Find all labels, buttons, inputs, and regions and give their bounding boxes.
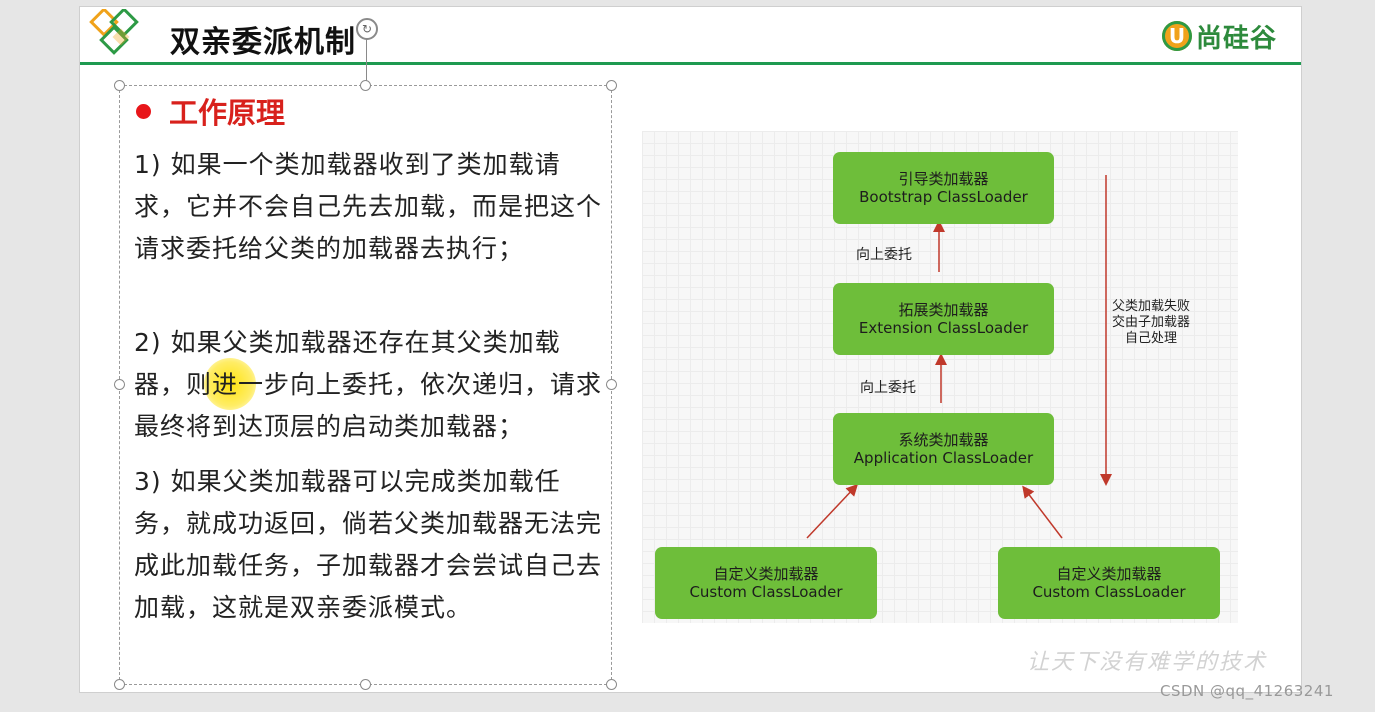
- resize-handle-right[interactable]: [606, 379, 617, 390]
- brand-icon: U: [1161, 21, 1192, 51]
- selected-text-box[interactable]: ↻ 工作原理 1) 如果一个类加载器收到了类加载请求，它并不会自己先去加载，而是…: [114, 18, 617, 690]
- custom-left-cn: 自定义类加载器: [713, 565, 819, 583]
- side-note-line-2: 交由子加载器: [1112, 315, 1191, 330]
- extension-en: Extension ClassLoader: [858, 319, 1029, 337]
- slide-title[interactable]: 双亲委派机制: [170, 17, 356, 61]
- bootstrap-classloader-node: 引导类加载器 Bootstrap ClassLoader: [833, 152, 1054, 224]
- side-note-line-3: 自己处理: [1125, 331, 1178, 346]
- resize-handle-bottom-left[interactable]: [114, 679, 125, 690]
- brand-text: 尚硅谷: [1195, 23, 1277, 54]
- classloader-diagram: 引导类加载器 Bootstrap ClassLoader 向上委托 拓展类加载器…: [642, 131, 1238, 623]
- edge-label-lower: 向上委托: [860, 380, 916, 396]
- application-en: Application ClassLoader: [853, 449, 1034, 467]
- logo-icon: [89, 9, 139, 55]
- custom-right-en: Custom ClassLoader: [1032, 583, 1186, 601]
- slogan-watermark: 让天下没有难学的技术: [1026, 650, 1267, 675]
- application-classloader-node: 系统类加载器 Application ClassLoader: [833, 413, 1054, 485]
- custom-classloader-left-node: 自定义类加载器 Custom ClassLoader: [655, 547, 877, 619]
- side-note-line-1: 父类加载失败: [1112, 299, 1191, 314]
- arrow-custom-right-to-application: [1022, 485, 1063, 539]
- paragraph-2[interactable]: 2) 如果父类加载器还存在其父类加载器，则进一步向上委托，依次递归，请求最终将到…: [134, 322, 604, 448]
- heading-text[interactable]: 工作原理: [169, 90, 285, 132]
- custom-right-cn: 自定义类加载器: [1056, 565, 1162, 583]
- application-cn: 系统类加载器: [898, 431, 989, 449]
- side-note: 父类加载失败 交由子加载器 自己处理: [1112, 299, 1190, 347]
- bootstrap-cn: 引导类加载器: [898, 170, 989, 188]
- paragraph-3[interactable]: 3) 如果父类加载器可以完成类加载任务，就成功返回，倘若父类加载器无法完成此加载…: [134, 461, 604, 629]
- resize-handle-top[interactable]: [360, 80, 371, 91]
- arrow-custom-left-to-application: [806, 483, 859, 539]
- edge-label-upper: 向上委托: [856, 247, 912, 263]
- resize-handle-top-left[interactable]: [114, 80, 125, 91]
- resize-handle-bottom-right[interactable]: [606, 679, 617, 690]
- csdn-watermark: CSDN @qq_41263241: [1160, 682, 1334, 700]
- resize-handle-top-right[interactable]: [606, 80, 617, 91]
- bootstrap-en: Bootstrap ClassLoader: [859, 188, 1028, 206]
- slide: 双亲委派机制 U 尚硅谷 ↻ 工作原理 1) 如果一个类加载器收到了类加载请求，…: [79, 6, 1302, 693]
- bullet-icon: [136, 103, 151, 119]
- resize-handle-left[interactable]: [114, 379, 125, 390]
- extension-classloader-node: 拓展类加载器 Extension ClassLoader: [833, 283, 1054, 355]
- header-divider: [80, 62, 1301, 65]
- resize-handle-bottom[interactable]: [360, 679, 371, 690]
- rotate-handle-icon[interactable]: ↻: [356, 18, 378, 40]
- brand-logo: U 尚硅谷: [1161, 19, 1277, 54]
- custom-left-en: Custom ClassLoader: [689, 583, 843, 601]
- paragraph-1[interactable]: 1) 如果一个类加载器收到了类加载请求，它并不会自己先去加载，而是把这个请求委托…: [134, 144, 604, 270]
- custom-classloader-right-node: 自定义类加载器 Custom ClassLoader: [998, 547, 1220, 619]
- extension-cn: 拓展类加载器: [898, 301, 989, 319]
- section-heading: 工作原理: [136, 90, 285, 132]
